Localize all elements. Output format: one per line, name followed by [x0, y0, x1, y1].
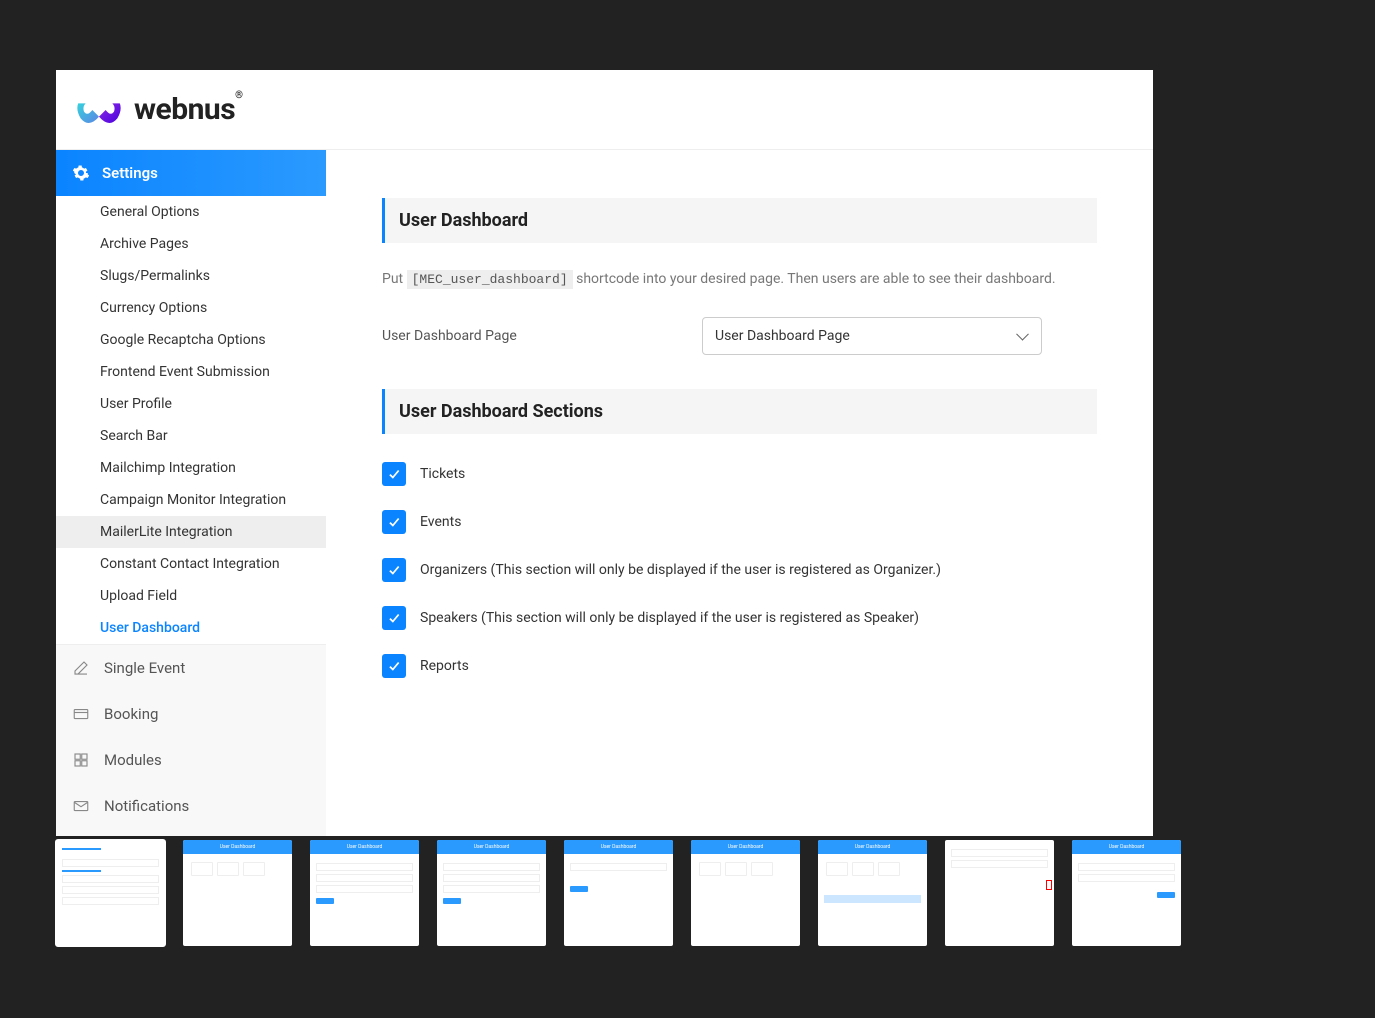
sidebar-item-booking[interactable]: Booking [56, 691, 326, 737]
sidebar-item-single-event[interactable]: Single Event [56, 645, 326, 691]
checkbox-row: Events [382, 510, 1097, 534]
sidebar-sub-item[interactable]: Frontend Event Submission [56, 356, 326, 388]
row-label: User Dashboard Page [382, 328, 702, 344]
row-dashboard-page: User Dashboard Page User Dashboard Page [382, 317, 1097, 355]
sidebar-sub-item[interactable]: Search Bar [56, 420, 326, 452]
section-head-sections: User Dashboard Sections [382, 389, 1097, 434]
sidebar-sub-item[interactable]: Upload Field [56, 580, 326, 612]
header: webnus® [56, 70, 1153, 150]
sidebar-sub-item[interactable]: Google Recaptcha Options [56, 324, 326, 356]
sidebar-item-label: Single Event [104, 659, 185, 677]
sidebar-sub-item[interactable]: Currency Options [56, 292, 326, 324]
mail-icon [72, 797, 90, 815]
checkbox[interactable] [382, 510, 406, 534]
check-icon [387, 611, 401, 625]
check-icon [387, 467, 401, 481]
sidebar-sub-item[interactable]: Slugs/Permalinks [56, 260, 326, 292]
sidebar-sub: General OptionsArchive PagesSlugs/Permal… [56, 196, 326, 644]
checkbox-label: Organizers (This section will only be di… [420, 562, 941, 578]
check-icon [387, 515, 401, 529]
sidebar-head-label: Settings [102, 164, 158, 182]
sidebar-item-label: Modules [104, 751, 162, 769]
app-window: webnus® Settings General OptionsArchive … [56, 70, 1153, 836]
content: User Dashboard Put [MEC_user_dashboard] … [326, 150, 1153, 836]
grid-icon [72, 751, 90, 769]
sidebar-item-label: Notifications [104, 797, 189, 815]
section-head-user-dashboard: User Dashboard [382, 198, 1097, 243]
thumbnail[interactable]: User Dashboard [310, 840, 419, 946]
thumbnail[interactable] [56, 840, 165, 946]
sidebar-sub-item[interactable]: User Dashboard [56, 612, 326, 644]
checkbox-label: Tickets [420, 466, 465, 482]
select-value: User Dashboard Page [715, 328, 850, 344]
sidebar-item-modules[interactable]: Modules [56, 737, 326, 783]
sidebar-sub-item[interactable]: Constant Contact Integration [56, 548, 326, 580]
logo: webnus® [74, 91, 243, 129]
thumbnail[interactable]: User Dashboard [691, 840, 800, 946]
checkbox[interactable] [382, 654, 406, 678]
thumbnail[interactable]: User Dashboard [564, 840, 673, 946]
select-dashboard-page[interactable]: User Dashboard Page [702, 317, 1042, 355]
checkbox[interactable] [382, 462, 406, 486]
checkbox-label: Events [420, 514, 461, 530]
checkbox[interactable] [382, 558, 406, 582]
checkbox-label: Speakers (This section will only be disp… [420, 610, 919, 626]
section-title: User Dashboard [399, 210, 1083, 231]
sidebar-sub-item[interactable]: General Options [56, 196, 326, 228]
checkbox[interactable] [382, 606, 406, 630]
edit-icon [72, 659, 90, 677]
thumbnail[interactable] [945, 840, 1054, 946]
checkbox-row: Reports [382, 654, 1097, 678]
thumbnail[interactable]: User Dashboard [818, 840, 927, 946]
webnus-logo-icon [74, 91, 124, 129]
sidebar-sub-item[interactable]: Archive Pages [56, 228, 326, 260]
sidebar-item-notifications[interactable]: Notifications [56, 783, 326, 829]
sidebar-main: Single Event Booking Modules Notificatio… [56, 644, 326, 836]
sidebar-head-settings[interactable]: Settings [56, 150, 326, 196]
section-title: User Dashboard Sections [399, 401, 1083, 422]
checkbox-row: Speakers (This section will only be disp… [382, 606, 1097, 630]
sidebar-sub-item[interactable]: User Profile [56, 388, 326, 420]
sidebar-item-label: Booking [104, 705, 158, 723]
sidebar-sub-item[interactable]: MailerLite Integration [56, 516, 326, 548]
gear-icon [72, 164, 90, 182]
sidebar-sub-item[interactable]: Mailchimp Integration [56, 452, 326, 484]
thumbnail[interactable]: User Dashboard [1072, 840, 1181, 946]
sidebar-sub-item[interactable]: Campaign Monitor Integration [56, 484, 326, 516]
shortcode-hint: Put [MEC_user_dashboard] shortcode into … [382, 271, 1097, 287]
checkbox-label: Reports [420, 658, 469, 674]
thumbnail[interactable]: User Dashboard [183, 840, 292, 946]
brand-name: webnus® [134, 92, 243, 127]
checkbox-list: Tickets Events Organizers (This section wi… [382, 462, 1097, 678]
sidebar: Settings General OptionsArchive PagesSlu… [56, 150, 326, 836]
checkbox-row: Tickets [382, 462, 1097, 486]
thumbnail[interactable]: User Dashboard [437, 840, 546, 946]
checkbox-row: Organizers (This section will only be di… [382, 558, 1097, 582]
thumbnail-strip: User DashboardUser DashboardUser Dashboa… [56, 840, 1181, 946]
check-icon [387, 659, 401, 673]
check-icon [387, 563, 401, 577]
card-icon [72, 705, 90, 723]
body: Settings General OptionsArchive PagesSlu… [56, 150, 1153, 836]
shortcode: [MEC_user_dashboard] [407, 270, 573, 289]
